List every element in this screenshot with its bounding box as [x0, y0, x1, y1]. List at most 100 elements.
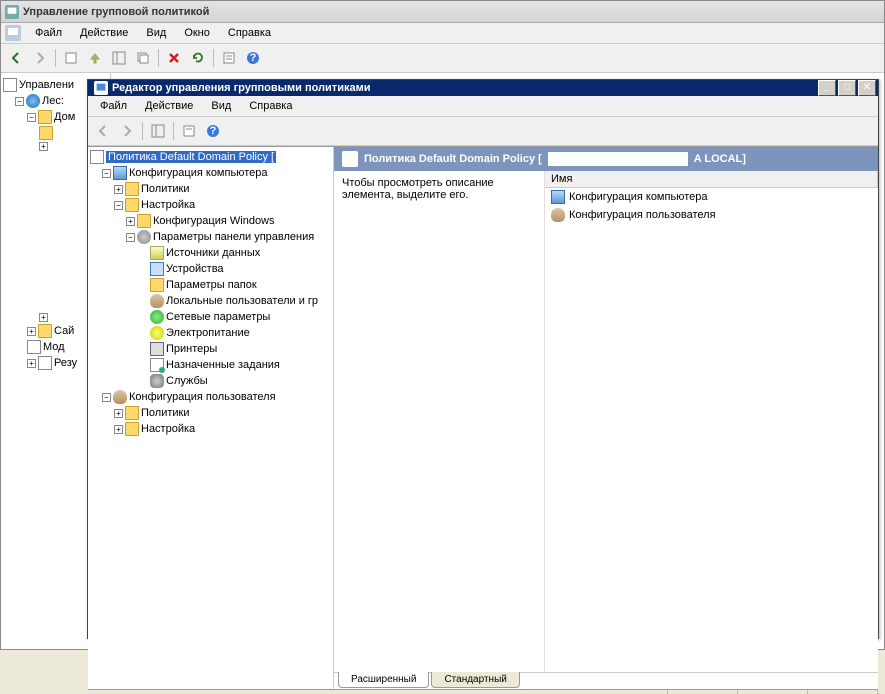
toolbar-separator [213, 49, 214, 67]
refresh-button[interactable] [187, 47, 209, 69]
tab-extended[interactable]: Расширенный [338, 672, 429, 688]
expand-icon[interactable]: + [114, 409, 123, 418]
control-panel-icon [137, 230, 151, 244]
main-titlebar[interactable]: Управление групповой политикой [1, 1, 884, 23]
network-icon [150, 310, 164, 324]
tree-settings[interactable]: −Настройка [114, 197, 331, 213]
list-header[interactable]: Имя [545, 171, 878, 188]
editor-help-button[interactable]: ? [202, 120, 224, 142]
tree-data-sources[interactable]: Источники данных [150, 245, 331, 261]
list-item-user-config[interactable]: Конфигурация пользователя [545, 206, 878, 224]
editor-up-button[interactable] [147, 120, 169, 142]
editor-menubar: Файл Действие Вид Справка [88, 96, 878, 117]
tree-user-settings[interactable]: +Настройка [114, 421, 331, 437]
users-icon [150, 294, 164, 308]
copy-button[interactable] [132, 47, 154, 69]
results-icon [38, 356, 52, 370]
collapse-icon[interactable]: − [15, 97, 24, 106]
main-window-title: Управление групповой политикой [23, 6, 209, 18]
svg-text:?: ? [250, 52, 257, 64]
tree-folder-options[interactable]: Параметры папок [150, 277, 331, 293]
tree-policy-root[interactable]: Политика Default Domain Policy [ [90, 149, 331, 165]
tree-local-users[interactable]: Локальные пользователи и гр [150, 293, 331, 309]
tree-control-panel[interactable]: −Параметры панели управления [126, 229, 331, 245]
gpo-editor-window: Редактор управления групповыми политикам… [87, 79, 879, 639]
tree-windows-config[interactable]: +Конфигурация Windows [126, 213, 331, 229]
show-hide-button[interactable] [108, 47, 130, 69]
expand-icon[interactable]: + [114, 185, 123, 194]
app-icon [5, 5, 19, 19]
properties-button[interactable] [218, 47, 240, 69]
expand-icon[interactable]: + [27, 327, 36, 336]
menu-action[interactable]: Действие [72, 25, 136, 41]
tree-network-params[interactable]: Сетевые параметры [150, 309, 331, 325]
up-button[interactable] [84, 47, 106, 69]
editor-menu-action[interactable]: Действие [137, 98, 201, 114]
svg-text:?: ? [210, 125, 217, 137]
editor-menu-file[interactable]: Файл [92, 98, 135, 114]
tree-devices[interactable]: Устройства [150, 261, 331, 277]
editor-forward-button[interactable] [116, 120, 138, 142]
menu-file[interactable]: Файл [27, 25, 70, 41]
tree-user-config[interactable]: −Конфигурация пользователя [102, 389, 331, 405]
maximize-button[interactable]: □ [838, 80, 856, 96]
tree-policies[interactable]: +Политики [114, 181, 331, 197]
details-pane: Политика Default Domain Policy [ A LOCAL… [334, 147, 878, 689]
toolbar-separator [142, 122, 143, 140]
folder-options-icon [150, 278, 164, 292]
editor-toolbar: ? [88, 117, 878, 146]
editor-icon [94, 81, 108, 95]
tree-computer-config[interactable]: −Конфигурация компьютера [102, 165, 331, 181]
tab-standard[interactable]: Стандартный [431, 672, 519, 688]
back-button[interactable] [5, 47, 27, 69]
editor-titlebar[interactable]: Редактор управления групповыми политикам… [88, 80, 878, 96]
main-body: Управлени −Лес: −Дом + + +Сай Мод +Резу … [1, 73, 884, 649]
minimize-button[interactable]: _ [818, 80, 836, 96]
status-main [88, 690, 668, 694]
tree-selected-label: Политика Default Domain Policy [ [106, 151, 276, 163]
devices-icon [150, 262, 164, 276]
forward-button[interactable] [29, 47, 51, 69]
forest-icon [26, 94, 40, 108]
expand-icon[interactable]: + [39, 313, 48, 322]
menu-view[interactable]: Вид [138, 25, 174, 41]
main-toolbar: ? [1, 44, 884, 73]
collapse-icon[interactable]: − [114, 201, 123, 210]
collapse-icon[interactable]: − [102, 393, 111, 402]
expand-icon[interactable]: + [39, 142, 48, 151]
tree-scheduled-tasks[interactable]: Назначенные задания [150, 357, 331, 373]
editor-tree[interactable]: Политика Default Domain Policy [ −Конфиг… [88, 147, 334, 689]
expand-icon[interactable]: + [114, 425, 123, 434]
details-header: Политика Default Domain Policy [ A LOCAL… [334, 147, 878, 171]
tree-power[interactable]: Электропитание [150, 325, 331, 341]
system-menu-icon[interactable] [5, 25, 21, 41]
expand-icon[interactable]: + [126, 217, 135, 226]
collapse-icon[interactable]: − [27, 113, 36, 122]
delete-button[interactable] [163, 47, 185, 69]
status-cell [668, 690, 738, 694]
details-header-title: Политика Default Domain Policy [ [364, 153, 542, 165]
new-button[interactable] [60, 47, 82, 69]
tree-services[interactable]: Службы [150, 373, 331, 389]
editor-menu-help[interactable]: Справка [241, 98, 300, 114]
help-button[interactable]: ? [242, 47, 264, 69]
menu-window[interactable]: Окно [176, 25, 218, 41]
printer-icon [150, 342, 164, 356]
menu-help[interactable]: Справка [220, 25, 279, 41]
list-item-computer-config[interactable]: Конфигурация компьютера [545, 188, 878, 206]
editor-properties-button[interactable] [178, 120, 200, 142]
items-list[interactable]: Имя Конфигурация компьютера Конфигурация… [544, 171, 878, 672]
sites-icon [38, 324, 52, 338]
tree-user-policies[interactable]: +Политики [114, 405, 331, 421]
column-name[interactable]: Имя [545, 171, 878, 187]
editor-back-button[interactable] [92, 120, 114, 142]
expand-icon[interactable]: + [27, 359, 36, 368]
close-button[interactable]: ✕ [858, 80, 876, 96]
services-icon [150, 374, 164, 388]
editor-menu-view[interactable]: Вид [203, 98, 239, 114]
tree-printers[interactable]: Принтеры [150, 341, 331, 357]
toolbar-separator [55, 49, 56, 67]
collapse-icon[interactable]: − [102, 169, 111, 178]
collapse-icon[interactable]: − [126, 233, 135, 242]
redacted-region [548, 152, 688, 166]
